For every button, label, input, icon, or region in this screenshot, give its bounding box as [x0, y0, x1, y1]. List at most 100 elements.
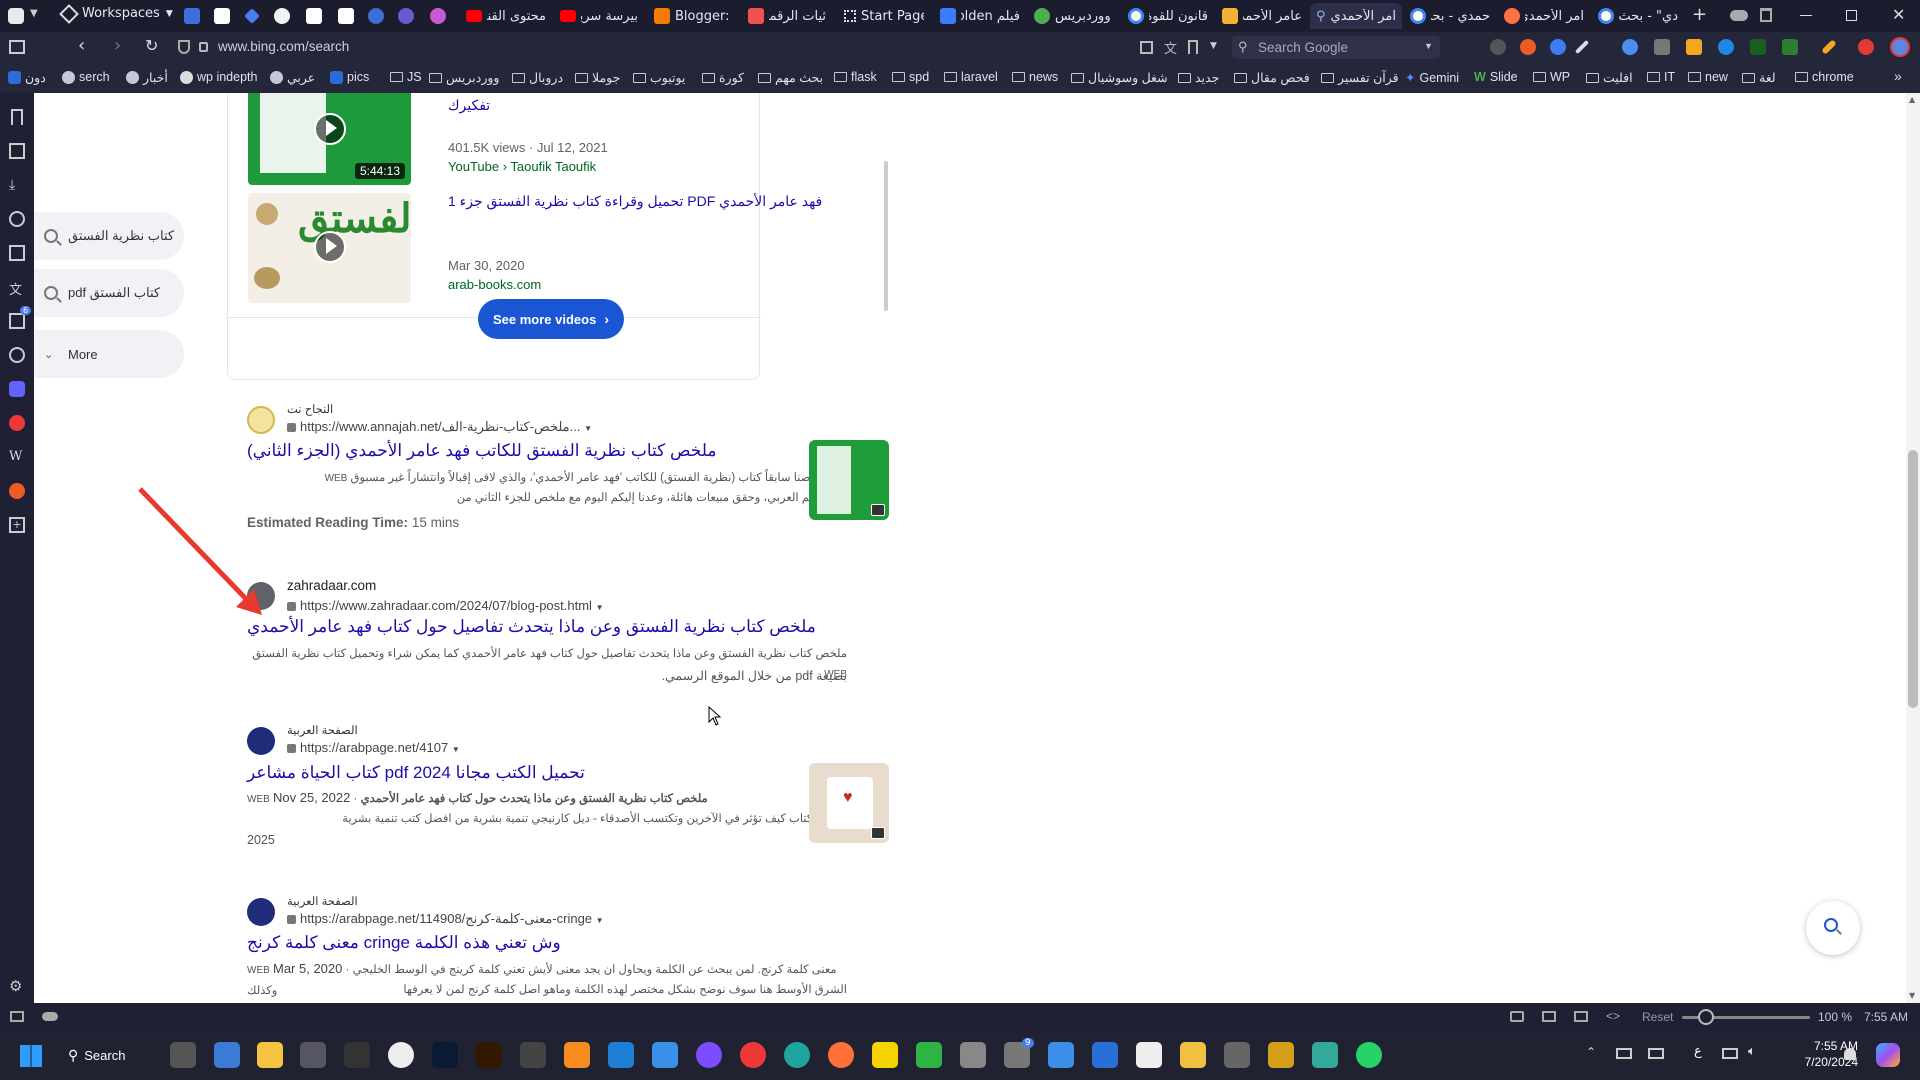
bookmark-folder[interactable]: كورة	[702, 70, 744, 85]
floating-search-button[interactable]	[1806, 901, 1860, 955]
see-more-videos-button[interactable]: See more videos ›	[478, 299, 624, 339]
github-icon[interactable]	[696, 1042, 722, 1068]
carousel-scrollbar[interactable]	[884, 161, 888, 311]
photoshop-icon[interactable]	[432, 1042, 458, 1068]
app-icon[interactable]	[1312, 1042, 1338, 1068]
calendar-icon[interactable]	[9, 313, 25, 329]
video-thumbnail[interactable]: الفستق	[248, 193, 411, 303]
file-explorer-icon[interactable]	[257, 1042, 283, 1068]
bookmark-folder[interactable]: WP	[1533, 70, 1570, 84]
result-title-link[interactable]: وش تعني هذه الكلمة cringe معنى كلمة كرنج	[247, 933, 561, 953]
reader-icon[interactable]	[1140, 41, 1153, 54]
terminal-icon[interactable]	[344, 1042, 370, 1068]
close-icon[interactable]: ✕	[1892, 5, 1905, 24]
settings-icon[interactable]: ⚙	[9, 977, 25, 995]
tab-active[interactable]: ⚲ امر الأحمدي	[1310, 3, 1402, 29]
app-icon[interactable]	[1092, 1042, 1118, 1068]
more-button[interactable]: ⌄ More	[34, 330, 184, 378]
tab[interactable]: بيرسة سريعا	[554, 3, 644, 29]
taskbar-search-button[interactable]: ⚲ Search	[68, 1042, 125, 1068]
mastodon-icon[interactable]	[9, 381, 25, 397]
pinned-tab-icon[interactable]	[184, 8, 200, 24]
workspaces-button[interactable]: Workspaces ▼	[59, 3, 173, 24]
panel-toggle-icon[interactable]	[9, 40, 25, 54]
settings-icon[interactable]	[1224, 1042, 1250, 1068]
scroll-up-icon[interactable]: ▲	[1909, 95, 1915, 104]
result-url[interactable]: https://www.zahradaar.com/2024/07/blog-p…	[287, 598, 603, 613]
menu-chevron-icon[interactable]: ▼	[30, 8, 38, 19]
reload-icon[interactable]: ↻	[145, 36, 158, 55]
bookmark-folder[interactable]: flask	[834, 70, 877, 84]
search-engine-field[interactable]: ⚲ Search Google ▼	[1232, 36, 1440, 59]
bookmark-folder[interactable]: جوملا	[575, 70, 620, 85]
forward-icon[interactable]: ›	[114, 35, 121, 56]
bookmark-item[interactable]: W Slide	[1474, 70, 1518, 84]
result-url[interactable]: https://www.annajah.net/ملخص-كتاب-نظرية-…	[287, 419, 592, 435]
bookmark-item[interactable]: ✦ Gemini	[1405, 70, 1459, 86]
result-url[interactable]: https://arabpage.net/114908/معنى-كلمة-كر…	[287, 911, 604, 927]
camera-icon[interactable]	[1510, 1011, 1524, 1022]
reading-list-icon[interactable]	[9, 143, 25, 159]
chevron-down-icon[interactable]: ▼	[1210, 41, 1217, 51]
tab[interactable]: ثيات الرقمية	[742, 3, 832, 29]
calculator-icon[interactable]	[300, 1042, 326, 1068]
store-icon[interactable]	[214, 1042, 240, 1068]
illustrator-icon[interactable]	[476, 1042, 502, 1068]
result-title-link[interactable]: ملخص كتاب نظرية الفستق وعن ماذا يتحدث تف…	[247, 617, 816, 637]
windows-start-icon[interactable]	[20, 1045, 42, 1067]
pinned-tab-icon[interactable]	[398, 8, 414, 24]
bookmarks-panel-icon[interactable]	[11, 109, 23, 125]
vscode-icon[interactable]	[608, 1042, 634, 1068]
panel-toggle-icon[interactable]	[10, 1011, 24, 1022]
back-icon[interactable]: ‹	[78, 35, 85, 56]
language-indicator[interactable]: ع	[1694, 1044, 1702, 1059]
bookmark-icon[interactable]	[1188, 40, 1198, 54]
layout-icon[interactable]	[1574, 1011, 1588, 1022]
rss-icon[interactable]	[1686, 39, 1702, 55]
bookmark-folder[interactable]: بحث مهم	[758, 70, 823, 85]
extension-icon[interactable]	[1622, 39, 1638, 55]
bookmark-folder[interactable]: ووردبريس	[429, 70, 499, 85]
cloud-icon[interactable]	[1730, 10, 1748, 21]
task-view-icon[interactable]	[170, 1042, 196, 1068]
pinned-tab-icon[interactable]	[274, 8, 290, 24]
vivaldi-menu-icon[interactable]	[8, 8, 24, 24]
restore-icon[interactable]	[1846, 10, 1857, 21]
bookmark-folder[interactable]: افليت	[1586, 70, 1633, 85]
keyboard-icon[interactable]	[1616, 1048, 1632, 1059]
display-icon[interactable]	[1648, 1048, 1664, 1059]
bookmark-folder[interactable]: news	[1012, 70, 1058, 84]
video-thumbnail[interactable]: 5:44:13	[248, 93, 411, 185]
firefox-icon[interactable]	[828, 1042, 854, 1068]
pinned-tab-icon[interactable]	[214, 8, 230, 24]
bookmark-item[interactable]: pics	[330, 70, 369, 84]
result-thumbnail[interactable]	[809, 440, 889, 520]
chevron-down-icon[interactable]: ▼	[596, 603, 604, 612]
bookmark-item[interactable]: أخبار	[126, 70, 168, 85]
bookmark-item[interactable]: دون	[8, 70, 46, 85]
notes-icon[interactable]	[9, 245, 25, 261]
bookmark-folder[interactable]: IT	[1647, 70, 1675, 84]
tab[interactable]: فيلم Golden	[934, 3, 1026, 29]
bookmark-folder[interactable]: دروبال	[512, 70, 563, 85]
new-tab-icon[interactable]: +	[1692, 4, 1707, 25]
related-search-item[interactable]: كتاب نظرية الفستق	[34, 212, 184, 260]
vivaldi-taskbar-icon[interactable]	[740, 1042, 766, 1068]
tab[interactable]: محتوى القناة	[460, 3, 552, 29]
tab[interactable]: عامر الأحمدي	[1216, 3, 1308, 29]
bookmark-folder[interactable]: JS	[390, 70, 422, 84]
tab[interactable]: قانون للقوة	[1122, 3, 1214, 29]
chevron-down-icon[interactable]: ▼	[584, 424, 592, 433]
url-field[interactable]: www.bing.com/search	[218, 39, 349, 54]
result-title-link[interactable]: تحميل الكتب مجانا pdf 2024 كتاب الحياة م…	[247, 763, 585, 783]
extension-icon[interactable]	[1550, 39, 1566, 55]
pinned-tab-icon[interactable]	[430, 8, 446, 24]
vivaldi-icon[interactable]	[9, 415, 25, 431]
whatsapp-icon[interactable]	[1356, 1042, 1382, 1068]
bookmark-folder[interactable]: laravel	[944, 70, 998, 84]
image-icon[interactable]	[1542, 1011, 1556, 1022]
scroll-down-icon[interactable]: ▼	[1909, 991, 1915, 1000]
extension-icon[interactable]	[1654, 39, 1670, 55]
translate-panel-icon[interactable]: 文	[9, 279, 25, 298]
extension-icon[interactable]	[1520, 39, 1536, 55]
